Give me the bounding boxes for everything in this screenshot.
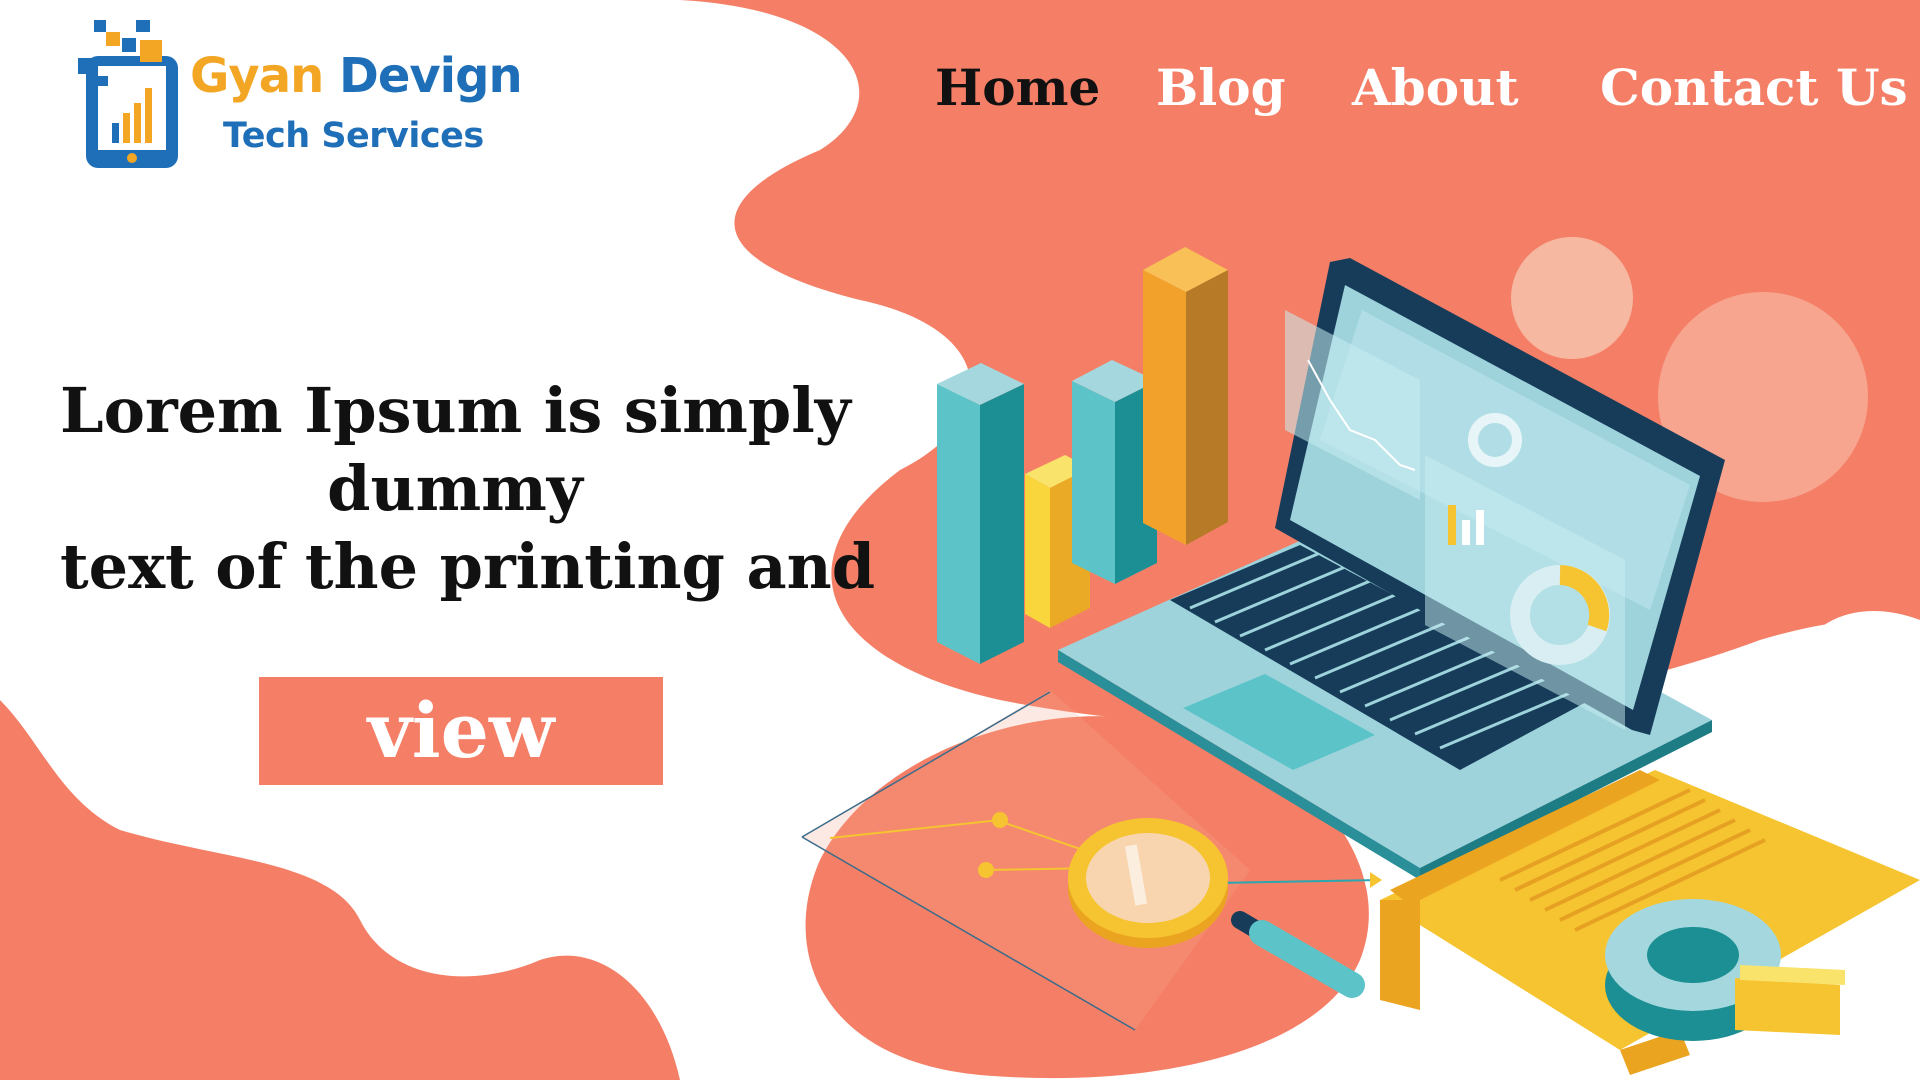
nav-item-blog[interactable]: Blog	[1156, 58, 1286, 117]
nav-item-about[interactable]: About	[1352, 58, 1519, 117]
hero-title-line-2: dummy	[327, 452, 583, 525]
hero-title-line-1: Lorem Ipsum is simply	[60, 374, 851, 447]
nav-item-home[interactable]: Home	[935, 58, 1100, 117]
hero-title-line-3: text of the printing and	[60, 530, 876, 603]
nav-item-contact-us[interactable]: Contact Us	[1600, 58, 1908, 117]
hero-title: Lorem Ipsum is simply dummy text of the …	[60, 372, 876, 606]
main-nav: Home Blog About Contact Us	[0, 58, 1920, 128]
view-button[interactable]: view	[259, 677, 663, 785]
